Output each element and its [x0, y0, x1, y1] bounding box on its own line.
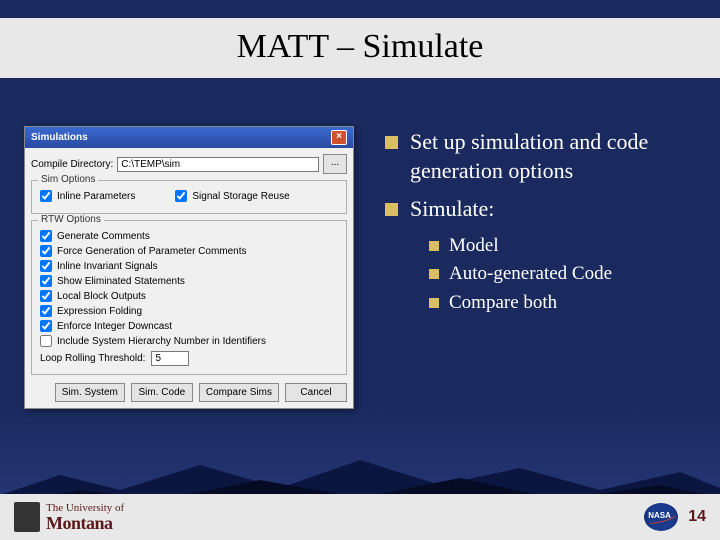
compile-dir-label: Compile Directory: [31, 159, 113, 170]
bullet-text: Simulate: [410, 195, 494, 224]
university-logo: The University of Montana [14, 502, 124, 532]
page-number: 14 [688, 508, 706, 526]
bullet-list: Set up simulation and code generation op… [385, 128, 695, 320]
gen-comments-checkbox[interactable]: Generate Comments [40, 230, 338, 242]
page-title: MATT – Simulate [237, 28, 484, 65]
bullet-icon [429, 298, 439, 308]
rtw-options-group: RTW Options Generate Comments Force Gene… [31, 220, 347, 375]
sim-code-button[interactable]: Sim. Code [131, 383, 193, 402]
local-block-checkbox[interactable]: Local Block Outputs [40, 290, 338, 302]
bullet-text: Set up simulation and code generation op… [410, 128, 695, 185]
loop-threshold-input[interactable] [151, 351, 189, 366]
footer: The University of Montana NASA 14 [0, 494, 720, 540]
inline-invariant-checkbox[interactable]: Inline Invariant Signals [40, 260, 338, 272]
compile-dir-input[interactable] [117, 157, 319, 172]
sub-bullet-text: Auto-generated Code [449, 262, 612, 287]
cancel-button[interactable]: Cancel [285, 383, 347, 402]
show-eliminated-checkbox[interactable]: Show Eliminated Statements [40, 275, 338, 287]
nasa-icon: NASA [644, 503, 678, 531]
bullet-icon [385, 203, 398, 216]
close-icon[interactable]: × [331, 130, 347, 145]
include-hierarchy-checkbox[interactable]: Include System Hierarchy Number in Ident… [40, 335, 338, 347]
browse-button[interactable]: ... [323, 154, 347, 174]
dialog-titlebar[interactable]: Simulations × [25, 127, 353, 148]
bullet-icon [429, 269, 439, 279]
logo-line2: Montana [46, 514, 124, 532]
compare-sims-button[interactable]: Compare Sims [199, 383, 279, 402]
inline-params-checkbox[interactable]: Inline Parameters [40, 190, 135, 202]
sim-system-button[interactable]: Sim. System [55, 383, 125, 402]
logo-line1: The University of [46, 503, 124, 514]
sub-bullet-text: Compare both [449, 291, 557, 316]
loop-threshold-label: Loop Rolling Threshold: [40, 353, 145, 364]
signal-reuse-checkbox[interactable]: Signal Storage Reuse [175, 190, 289, 202]
bullet-icon [385, 136, 398, 149]
logo-mark-icon [14, 502, 40, 532]
rtw-options-legend: RTW Options [38, 214, 104, 225]
bullet-icon [429, 241, 439, 251]
sim-options-group: Sim Options Inline Parameters Signal Sto… [31, 180, 347, 214]
sub-bullet-text: Model [449, 234, 499, 259]
dialog-title-text: Simulations [31, 132, 88, 143]
simulation-dialog: Simulations × Compile Directory: ... Sim… [24, 126, 354, 409]
sim-options-legend: Sim Options [38, 174, 98, 185]
expression-folding-checkbox[interactable]: Expression Folding [40, 305, 338, 317]
enforce-integer-checkbox[interactable]: Enforce Integer Downcast [40, 320, 338, 332]
force-param-checkbox[interactable]: Force Generation of Parameter Comments [40, 245, 338, 257]
